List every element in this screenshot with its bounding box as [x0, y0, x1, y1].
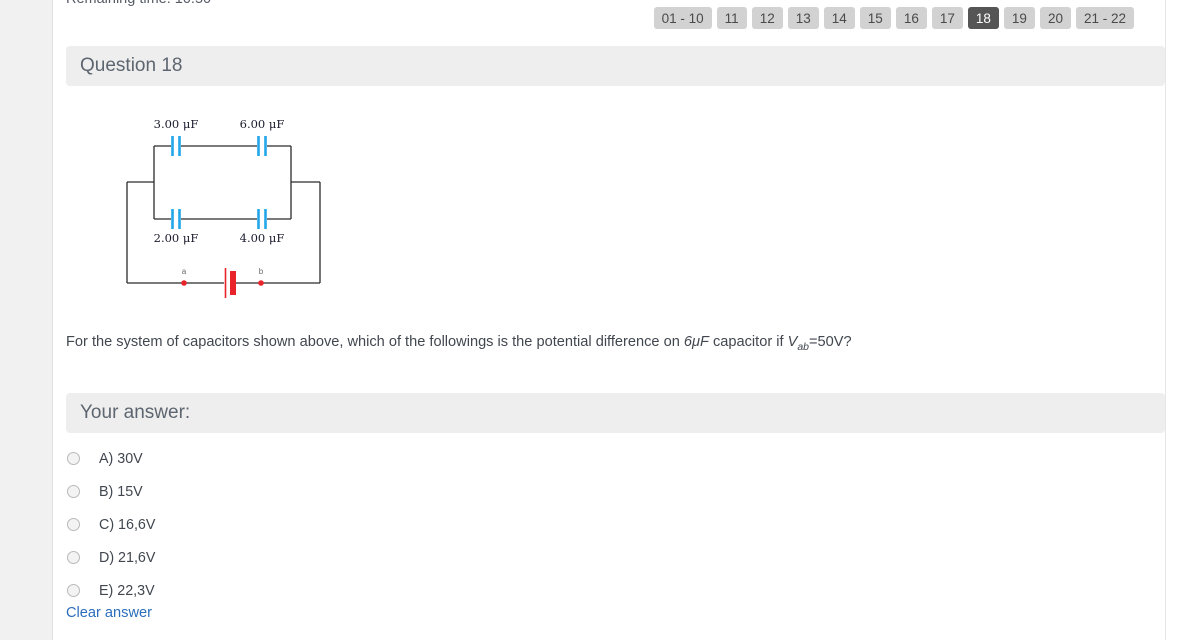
answer-option-label: A) 30V: [99, 450, 143, 467]
pager-button-20[interactable]: 20: [1039, 7, 1071, 29]
remaining-time-label: Remaining time: 10:50: [66, 0, 211, 7]
node-label-a: a: [182, 267, 187, 276]
pager-button-18[interactable]: 18: [967, 7, 999, 29]
content-column: Remaining time: 10:50 01 - 1011121314151…: [54, 0, 1165, 640]
node-dot-b: [258, 280, 264, 286]
right-rail: [1165, 0, 1180, 640]
prompt-text-2: capacitor if: [708, 334, 788, 350]
question-prompt: For the system of capacitors shown above…: [66, 333, 1156, 353]
answer-option-label: B) 15V: [99, 483, 143, 500]
pager-button-14[interactable]: 14: [823, 7, 855, 29]
answer-header: Your answer:: [66, 393, 1165, 433]
pager-button-17[interactable]: 17: [931, 7, 963, 29]
pager-button-01-10[interactable]: 01 - 10: [653, 7, 712, 29]
answer-option-label: C) 16,6V: [99, 516, 156, 533]
capacitor-label-3uf: 3.00 μF: [154, 117, 199, 131]
pager-button-15[interactable]: 15: [859, 7, 891, 29]
clear-answer-link[interactable]: Clear answer: [66, 605, 152, 621]
pager-button-13[interactable]: 13: [787, 7, 819, 29]
pager-button-21-22[interactable]: 21 - 22: [1075, 7, 1134, 29]
left-rail: [0, 0, 53, 640]
prompt-voltage-symbol: V: [787, 334, 798, 350]
question-header: Question 18: [66, 46, 1165, 86]
answer-option-label: D) 21,6V: [99, 549, 156, 566]
answer-options: A) 30V B) 15V C) 16,6V D) 21,6V E) 22,3V: [66, 442, 566, 607]
radio-button-option-2[interactable]: [67, 485, 80, 498]
radio-button-option-1[interactable]: [67, 452, 80, 465]
battery-short-plate: [230, 271, 236, 295]
question-pager[interactable]: 01 - 10 11 12 13 14 15 16 17 18 19 20 21 - 22: [653, 7, 1134, 29]
prompt-voltage-subscript: ab: [797, 341, 810, 353]
prompt-text-3: =50V?: [809, 334, 852, 350]
prompt-capacitance-value: 6μF: [683, 334, 709, 350]
capacitor-label-4uf: 4.00 μF: [240, 231, 285, 245]
radio-button-option-5[interactable]: [67, 584, 80, 597]
pager-button-12[interactable]: 12: [751, 7, 783, 29]
capacitor-label-2uf: 2.00 μF: [154, 231, 199, 245]
node-dot-a: [181, 280, 187, 286]
answer-option-row[interactable]: E) 22,3V: [66, 574, 566, 607]
exam-page: Remaining time: 10:50 01 - 1011121314151…: [0, 0, 1180, 640]
radio-button-option-3[interactable]: [67, 518, 80, 531]
answer-option-label: E) 22,3V: [99, 582, 155, 599]
answer-option-row[interactable]: B) 15V: [66, 475, 566, 508]
prompt-text-1: For the system of capacitors shown above…: [66, 334, 684, 350]
node-label-b: b: [259, 267, 264, 276]
answer-option-row[interactable]: A) 30V: [66, 442, 566, 475]
pager-button-11[interactable]: 11: [716, 7, 747, 29]
capacitor-label-6uf: 6.00 μF: [240, 117, 285, 131]
answer-option-row[interactable]: C) 16,6V: [66, 508, 566, 541]
radio-button-option-4[interactable]: [67, 551, 80, 564]
answer-option-row[interactable]: D) 21,6V: [66, 541, 566, 574]
pager-button-16[interactable]: 16: [895, 7, 927, 29]
pager-button-19[interactable]: 19: [1003, 7, 1035, 29]
capacitor-circuit-figure: 3.00 μF 6.00 μF 2.00 μF 4.00 μF a b: [124, 105, 354, 300]
